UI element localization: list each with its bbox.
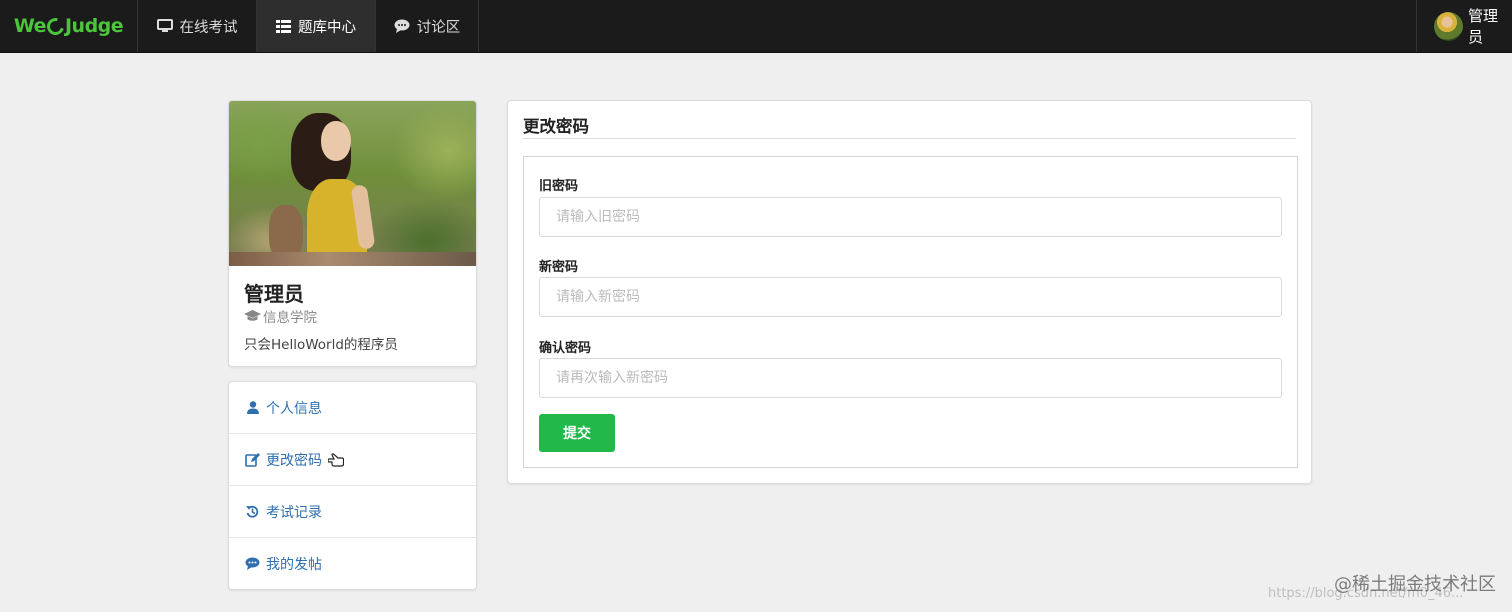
- avatar: [1434, 11, 1463, 41]
- nav-online-exam[interactable]: 在线考试: [137, 0, 256, 52]
- watermark-text: @稀土掘金技术社区: [1334, 574, 1496, 595]
- confirm-password-input[interactable]: [539, 358, 1282, 398]
- new-password-input[interactable]: [539, 277, 1282, 317]
- nav-question-bank-label: 题库中心: [298, 19, 356, 36]
- brand-prefix: We: [13, 15, 47, 37]
- menu-item-change-password[interactable]: 更改密码: [229, 434, 476, 486]
- page-title: 更改密码: [523, 117, 589, 136]
- profile-photo: [229, 101, 476, 266]
- nav-question-bank[interactable]: 题库中心: [256, 0, 375, 52]
- nav-user-menu[interactable]: 管理员: [1416, 0, 1512, 52]
- profile-bio: 只会HelloWorld的程序员: [244, 337, 398, 353]
- new-password-label: 新密码: [539, 260, 579, 275]
- profile-department-label: 信息学院: [263, 310, 317, 326]
- menu-item-exam-records-label: 考试记录: [266, 504, 322, 521]
- menu-item-my-posts[interactable]: 我的发帖: [229, 538, 476, 589]
- user-icon: [245, 401, 260, 414]
- old-password-label: 旧密码: [539, 179, 579, 194]
- brand-logo[interactable]: We Judge: [0, 0, 137, 52]
- change-password-card: 更改密码 旧密码 新密码 确认密码 提交: [507, 100, 1312, 484]
- brand-swirl-icon: [43, 14, 68, 38]
- graduation-cap-icon: [244, 310, 261, 322]
- menu-item-personal-info-label: 个人信息: [266, 400, 322, 417]
- menu-item-exam-records[interactable]: 考试记录: [229, 486, 476, 538]
- comment-icon: [245, 557, 260, 570]
- monitor-icon: [156, 19, 173, 33]
- title-divider: [523, 138, 1296, 139]
- comment-icon: [394, 19, 410, 33]
- menu-item-personal-info[interactable]: 个人信息: [229, 382, 476, 434]
- change-password-form: 旧密码 新密码 确认密码 提交: [523, 156, 1298, 468]
- nav-discussion-label: 讨论区: [416, 19, 461, 36]
- profile-name: 管理员: [244, 282, 304, 306]
- side-menu: 个人信息 更改密码 考试记录 我的发帖: [228, 381, 477, 590]
- pointer-hand-icon: [328, 452, 344, 467]
- menu-item-change-password-label: 更改密码: [266, 452, 322, 469]
- brand-suffix: Judge: [64, 15, 124, 37]
- old-password-input[interactable]: [539, 197, 1282, 237]
- top-navbar: We Judge 在线考试 题库中心 讨论区 管理员: [0, 0, 1512, 53]
- nav-user-name: 管理员: [1468, 7, 1499, 46]
- profile-department: 信息学院: [244, 306, 317, 326]
- nav-discussion[interactable]: 讨论区: [375, 0, 479, 52]
- submit-button[interactable]: 提交: [539, 414, 615, 452]
- nav-online-exam-label: 在线考试: [179, 19, 238, 36]
- profile-card: 管理员 信息学院 只会HelloWorld的程序员: [228, 100, 477, 367]
- menu-item-my-posts-label: 我的发帖: [266, 556, 322, 573]
- history-icon: [245, 505, 260, 518]
- confirm-password-label: 确认密码: [539, 341, 592, 356]
- edit-icon: [245, 452, 260, 467]
- list-icon: [276, 19, 291, 33]
